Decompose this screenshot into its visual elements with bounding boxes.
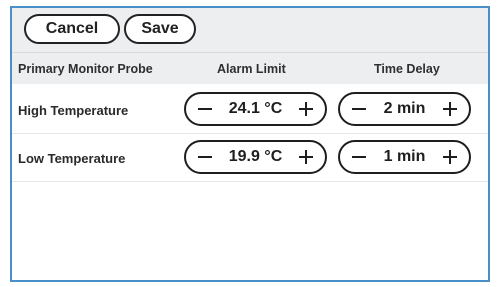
high-time-delay-increment-button[interactable] bbox=[435, 94, 465, 124]
plus-icon bbox=[443, 102, 457, 116]
table-row-high-temperature: High Temperature 24.1 °C 2 min bbox=[12, 88, 488, 134]
low-alarm-limit-decrement-button[interactable] bbox=[190, 142, 220, 172]
column-header-probe: Primary Monitor Probe bbox=[18, 62, 153, 76]
table-header: Primary Monitor Probe Alarm Limit Time D… bbox=[12, 52, 488, 84]
minus-icon bbox=[198, 155, 212, 159]
low-alarm-limit-increment-button[interactable] bbox=[291, 142, 321, 172]
table-row-low-temperature: Low Temperature 19.9 °C 1 min bbox=[12, 136, 488, 182]
plus-icon bbox=[299, 150, 313, 164]
alarm-settings-panel: Cancel Save Primary Monitor Probe Alarm … bbox=[10, 6, 490, 282]
save-button[interactable]: Save bbox=[124, 14, 196, 44]
plus-icon bbox=[443, 150, 457, 164]
low-alarm-limit-value: 19.9 °C bbox=[228, 148, 283, 165]
low-time-delay-increment-button[interactable] bbox=[435, 142, 465, 172]
high-alarm-limit-decrement-button[interactable] bbox=[190, 94, 220, 124]
low-alarm-limit-stepper: 19.9 °C bbox=[184, 140, 327, 174]
high-time-delay-value: 2 min bbox=[383, 100, 426, 117]
cancel-button[interactable]: Cancel bbox=[24, 14, 120, 44]
low-time-delay-decrement-button[interactable] bbox=[344, 142, 374, 172]
low-time-delay-value: 1 min bbox=[383, 148, 426, 165]
toolbar: Cancel Save bbox=[12, 8, 488, 52]
high-alarm-limit-stepper: 24.1 °C bbox=[184, 92, 327, 126]
low-time-delay-stepper: 1 min bbox=[338, 140, 471, 174]
minus-icon bbox=[198, 107, 212, 111]
high-alarm-limit-value: 24.1 °C bbox=[228, 100, 283, 117]
high-alarm-limit-increment-button[interactable] bbox=[291, 94, 321, 124]
minus-icon bbox=[352, 155, 366, 159]
high-time-delay-stepper: 2 min bbox=[338, 92, 471, 126]
high-time-delay-decrement-button[interactable] bbox=[344, 94, 374, 124]
row-label: Low Temperature bbox=[18, 151, 126, 166]
minus-icon bbox=[352, 107, 366, 111]
row-label: High Temperature bbox=[18, 103, 129, 118]
plus-icon bbox=[299, 102, 313, 116]
column-header-alarm-limit: Alarm Limit bbox=[217, 62, 286, 76]
column-header-time-delay: Time Delay bbox=[374, 62, 440, 76]
